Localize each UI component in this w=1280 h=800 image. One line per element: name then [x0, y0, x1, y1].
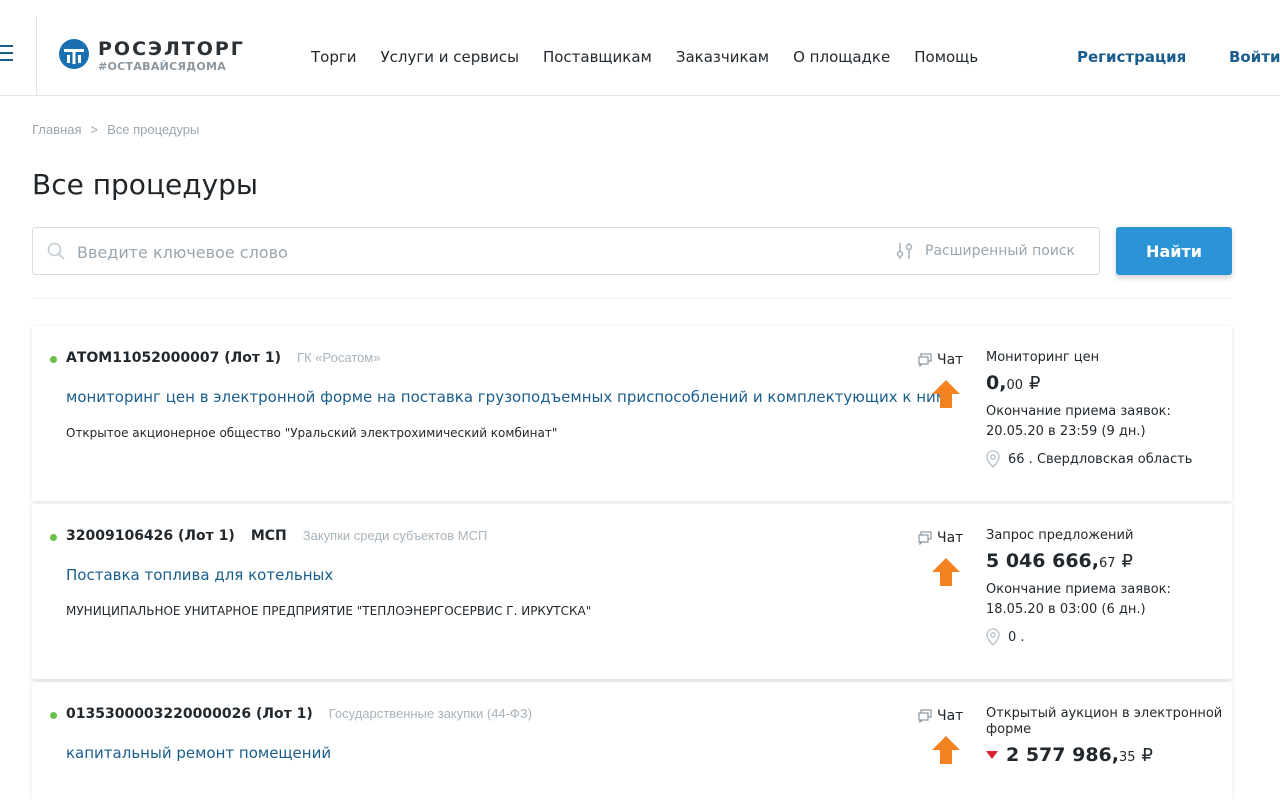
- advanced-search-link[interactable]: Расширенный поиск: [895, 241, 1075, 261]
- procedure-subject-link[interactable]: Поставка топлива для котельных: [66, 566, 333, 584]
- procedure-org-tag: ГК «Росатом»: [297, 350, 381, 365]
- procedure-type: Мониторинг цен: [986, 350, 1100, 365]
- breadcrumb-home[interactable]: Главная: [32, 122, 81, 137]
- arrow-up-icon: [932, 380, 960, 408]
- nav-item-help[interactable]: Помощь: [914, 48, 978, 66]
- procedure-price: 0, 00 ₽: [986, 372, 1226, 394]
- nav-item-customers[interactable]: Заказчикам: [676, 48, 769, 66]
- price-kopecks: 67: [1099, 556, 1116, 571]
- procedure-org-tag: Закупки среди субъектов МСП: [302, 528, 488, 543]
- breadcrumb-separator: >: [90, 122, 99, 137]
- currency-sign: ₽: [1121, 551, 1133, 572]
- location-pin-icon: [986, 628, 1000, 646]
- nav-item-torgi[interactable]: Торги: [311, 48, 357, 66]
- chat-icon: [918, 353, 932, 367]
- logo-name: РОСЭЛТОРГ: [98, 38, 245, 60]
- header-divider: [36, 16, 37, 96]
- page-title: Все процедуры: [32, 168, 259, 201]
- search-box: Расширенный поиск: [32, 227, 1100, 275]
- procedure-number[interactable]: 32009106426 (Лот 1): [66, 528, 235, 544]
- login-link[interactable]: Войти: [1229, 48, 1280, 66]
- procedure-card: 32009106426 (Лот 1) МСП Закупки среди су…: [32, 504, 1232, 679]
- deadline-block: Окончание приема заявок: 20.05.20 в 23:5…: [986, 402, 1226, 442]
- chat-button[interactable]: Чат: [918, 352, 963, 368]
- chat-label: Чат: [937, 352, 964, 368]
- procedure-subject-link[interactable]: капитальный ремонт помещений: [66, 744, 331, 762]
- arrow-up-icon: [932, 736, 960, 764]
- price-main: 0,: [986, 372, 1007, 394]
- procedure-type: Открытый аукцион в электронной форме: [986, 706, 1223, 737]
- main-nav: Торги Услуги и сервисы Поставщикам Заказ…: [311, 48, 1002, 66]
- procedure-subject-link[interactable]: мониторинг цен в электронной форме на по…: [66, 388, 947, 406]
- chat-button[interactable]: Чат: [918, 530, 963, 546]
- deadline-value: 18.05.20 в 03:00 (6 дн.): [986, 602, 1146, 617]
- nav-item-about[interactable]: О площадке: [793, 48, 890, 66]
- arrow-up-icon: [932, 558, 960, 586]
- price-kopecks: 00: [1006, 378, 1023, 393]
- site-header: РОСЭЛТОРГ #ОСТАВАЙСЯДОМА Торги Услуги и …: [0, 0, 1280, 96]
- price-down-icon: [986, 751, 998, 759]
- deadline-value: 20.05.20 в 23:59 (9 дн.): [986, 424, 1146, 439]
- logo-icon: [59, 39, 89, 69]
- register-link[interactable]: Регистрация: [1077, 48, 1186, 66]
- price-main: 5 046 666,: [986, 550, 1099, 572]
- procedure-customer: Открытое акционерное общество "Уральский…: [66, 426, 558, 440]
- location-pin-icon: [986, 450, 1000, 468]
- nav-item-suppliers[interactable]: Поставщикам: [543, 48, 652, 66]
- find-button[interactable]: Найти: [1116, 227, 1232, 275]
- price-main: 2 577 986,: [1006, 744, 1119, 766]
- currency-sign: ₽: [1141, 745, 1153, 766]
- currency-sign: ₽: [1029, 373, 1041, 394]
- advanced-search-label: Расширенный поиск: [925, 243, 1076, 259]
- search-input[interactable]: [77, 236, 877, 268]
- procedure-price: 2 577 986, 35 ₽: [986, 744, 1226, 766]
- status-dot: [50, 356, 57, 363]
- divider: [32, 298, 1232, 299]
- deadline-block: Окончание приема заявок: 18.05.20 в 03:0…: [986, 580, 1226, 620]
- region-label: 0 .: [1008, 629, 1025, 645]
- chat-label: Чат: [937, 530, 964, 546]
- procedure-card: 0135300003220000026 (Лот 1) Государствен…: [32, 682, 1232, 800]
- chat-button[interactable]: Чат: [918, 708, 963, 724]
- procedure-number[interactable]: АТОМ11052000007 (Лот 1): [66, 350, 281, 366]
- status-dot: [50, 712, 57, 719]
- deadline-label: Окончание приема заявок:: [986, 582, 1171, 597]
- chat-label: Чат: [937, 708, 964, 724]
- procedure-org-tag: Государственные закупки (44-ФЗ): [328, 706, 533, 721]
- msp-badge: МСП: [250, 528, 287, 544]
- region: 66 . Свердловская область: [986, 450, 1226, 468]
- procedure-number[interactable]: 0135300003220000026 (Лот 1): [66, 706, 313, 722]
- logo-tagline: #ОСТАВАЙСЯДОМА: [98, 60, 227, 73]
- procedure-customer: МУНИЦИПАЛЬНОЕ УНИТАРНОЕ ПРЕДПРИЯТИЕ "ТЕП…: [66, 604, 592, 618]
- region-label: 66 . Свердловская область: [1008, 451, 1193, 467]
- search-icon: [47, 242, 65, 260]
- breadcrumb-current: Все процедуры: [107, 122, 200, 137]
- deadline-label: Окончание приема заявок:: [986, 404, 1171, 419]
- nav-item-services[interactable]: Услуги и сервисы: [381, 48, 519, 66]
- chat-icon: [918, 709, 932, 723]
- filter-sliders-icon: [896, 243, 913, 259]
- procedure-price: 5 046 666, 67 ₽: [986, 550, 1226, 572]
- logo[interactable]: РОСЭЛТОРГ #ОСТАВАЙСЯДОМА: [58, 38, 245, 78]
- breadcrumb: Главная > Все процедуры: [32, 122, 199, 137]
- price-kopecks: 35: [1119, 750, 1136, 765]
- status-dot: [50, 534, 57, 541]
- chat-icon: [918, 531, 932, 545]
- region: 0 .: [986, 628, 1226, 646]
- menu-icon[interactable]: [0, 45, 13, 65]
- procedure-card: АТОМ11052000007 (Лот 1) ГК «Росатом» мон…: [32, 326, 1232, 501]
- procedure-type: Запрос предложений: [986, 528, 1134, 543]
